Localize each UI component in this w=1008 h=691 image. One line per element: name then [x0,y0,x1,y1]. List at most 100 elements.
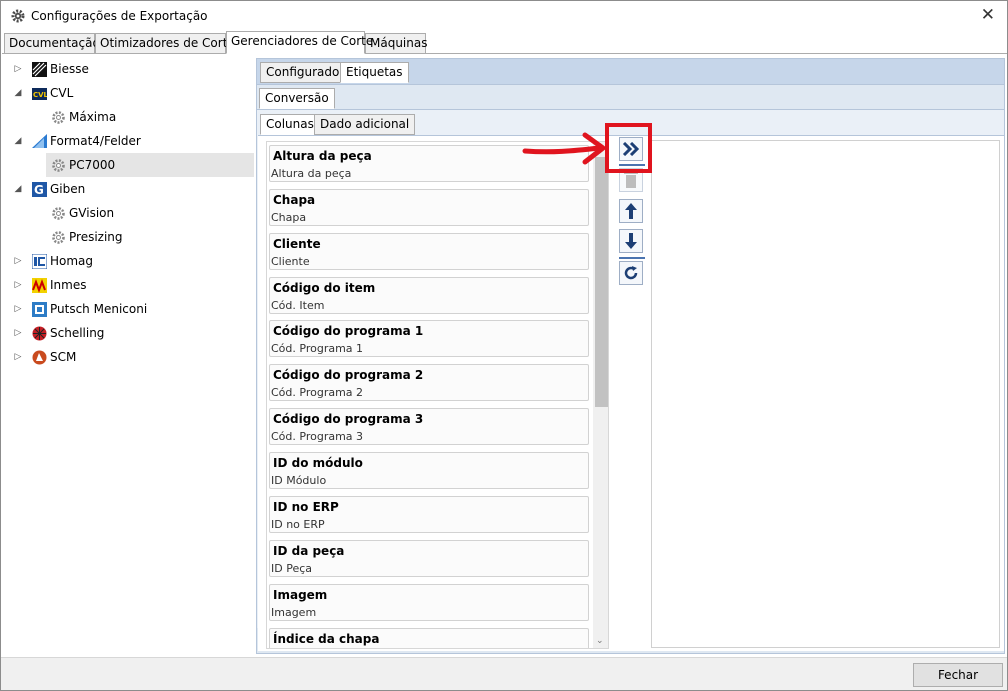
list-item-title: Imagem [273,588,328,602]
tab-documentacao[interactable]: Documentação [4,33,100,54]
tree-item-format4[interactable]: ◢ Format4/Felder [15,129,141,153]
collapse-arrow-icon[interactable]: ◢ [12,129,24,153]
expand-arrow-icon[interactable]: ▷ [12,57,24,81]
close-button[interactable]: Fechar [913,663,1003,687]
divider [619,257,645,259]
tab-gerenciadores[interactable]: Gerenciadores de Corte [226,31,373,54]
expand-arrow-icon[interactable]: ▷ [12,273,24,297]
putsch-logo-icon [32,302,47,317]
svg-text:CVL: CVL [33,91,47,99]
tab-conversao[interactable]: Conversão [259,88,335,109]
tree-item-homag[interactable]: ▷ Homag [15,249,93,273]
list-item-title: Código do programa 2 [273,368,424,382]
list-item[interactable]: ID do módulo ID Módulo [269,452,589,489]
tree-item-label: Schelling [50,326,105,340]
tree-item-giben[interactable]: ◢ G Giben [15,177,86,201]
tab-dado-adicional[interactable]: Dado adicional [314,114,416,135]
tree-item-schelling[interactable]: ▷ Schelling [15,321,105,345]
format4-logo-icon [32,134,47,148]
red-arrow-annotation [522,132,606,165]
biesse-logo-icon [32,62,47,77]
tab-otimizadores[interactable]: Otimizadores de Corte [95,33,235,54]
tree-item-maxima[interactable]: Máxima [51,105,116,129]
list-item[interactable]: Código do programa 1 Cód. Programa 1 [269,320,589,357]
list-item-subtitle: Altura da peça [271,167,352,180]
list-item-title: Código do programa 1 [273,324,424,338]
schelling-logo-icon [32,326,47,341]
refresh-button[interactable] [619,261,643,285]
expand-arrow-icon[interactable]: ▷ [12,249,24,273]
list-item-title: Cliente [273,237,321,251]
tree-item-pc7000[interactable]: PC7000 [51,153,115,177]
list-item[interactable]: Código do programa 2 Cód. Programa 2 [269,364,589,401]
tree-item-label: Giben [50,182,86,196]
list-item-subtitle: Cód. Item [271,299,325,312]
tree-view: ▷ Biesse ◢ CVL CVL Máxima ◢ Format4/Felde… [2,54,254,657]
gear-icon [11,9,25,23]
list-item-title: ID da peça [273,544,345,558]
tree-item-label: Biesse [50,62,89,76]
list-item-subtitle: Cód. Programa 1 [271,342,364,355]
collapse-arrow-icon[interactable]: ◢ [12,177,24,201]
tree-item-label: Format4/Felder [50,134,141,148]
list-item-subtitle: ID Módulo [271,474,327,487]
move-down-button[interactable] [619,229,643,253]
selected-columns-panel[interactable] [651,140,1000,648]
footer-bar: Fechar [1,657,1007,690]
list-item-subtitle: Cód. Programa 3 [271,430,364,443]
tree-item-presizing[interactable]: Presizing [51,225,123,249]
list-item[interactable]: Chapa Chapa [269,189,589,226]
tree-item-inmes[interactable]: ▷ Inmes [15,273,86,297]
tab-configurador[interactable]: Configurador [260,62,351,83]
tree-item-label: Presizing [69,230,123,244]
expand-arrow-icon[interactable]: ▷ [12,321,24,345]
tab-content: ▷ Biesse ◢ CVL CVL Máxima ◢ Format4/Felde… [2,53,1007,657]
tree-item-scm[interactable]: ▷ SCM [15,345,76,369]
gear-icon [52,159,65,172]
tree-item-putsch[interactable]: ▷ Putsch Meniconi [15,297,147,321]
list-item[interactable]: Código do item Cód. Item [269,277,589,314]
list-item-subtitle: ID Peça [271,562,313,575]
svg-text:G: G [34,183,44,197]
tree-item-gvision[interactable]: GVision [51,201,114,225]
list-item[interactable]: ID no ERP ID no ERP [269,496,589,533]
list-item-title: Índice da chapa [273,632,380,646]
list-item[interactable]: Índice da chapa [269,628,589,648]
homag-logo-icon [32,254,47,269]
close-icon[interactable]: ✕ [981,5,995,25]
list-item[interactable]: ID da peça ID Peça [269,540,589,577]
arrow-up-icon [625,203,637,219]
gear-icon [52,111,65,124]
list-item-title: Altura da peça [273,149,372,163]
tree-item-biesse[interactable]: ▷ Biesse [15,57,89,81]
title-bar: Configurações de Exportação ✕ [1,1,1007,31]
list-item[interactable]: Cliente Cliente [269,233,589,270]
move-up-button[interactable] [619,199,643,223]
expand-arrow-icon[interactable]: ▷ [12,345,24,369]
list-item[interactable]: Código do programa 3 Cód. Programa 3 [269,408,589,445]
list-item[interactable]: Imagem Imagem [269,584,589,621]
columns-list[interactable]: Altura da peça Altura da peça Chapa Chapa … [266,141,609,649]
list-item-subtitle: Cliente [271,255,310,268]
list-item-title: ID do módulo [273,456,363,470]
tab-colunas[interactable]: Colunas [260,114,320,135]
list-item-subtitle: Imagem [271,606,317,619]
tree-item-label: CVL [50,86,74,100]
highlight-box [605,123,652,173]
tree-item-cvl[interactable]: ◢ CVL CVL [15,81,74,105]
cvl-logo-icon: CVL [32,88,47,100]
chevron-down-icon[interactable]: ⌄ [596,636,604,646]
tab-maquinas[interactable]: Máquinas [365,33,427,54]
tree-item-label: Máxima [69,110,117,124]
scroll-thumb[interactable] [595,157,608,407]
collapse-arrow-icon[interactable]: ◢ [12,81,24,105]
giben-logo-icon: G [32,182,47,197]
tab-etiquetas[interactable]: Etiquetas [340,62,409,83]
list-item-title: Chapa [273,193,316,207]
list-item-subtitle: Cód. Programa 2 [271,386,364,399]
inmes-logo-icon [32,278,47,293]
scrollbar[interactable]: ⌄ [593,142,608,648]
expand-arrow-icon[interactable]: ▷ [12,297,24,321]
list-item-title: Código do item [273,281,376,295]
list-item-title: ID no ERP [273,500,339,514]
